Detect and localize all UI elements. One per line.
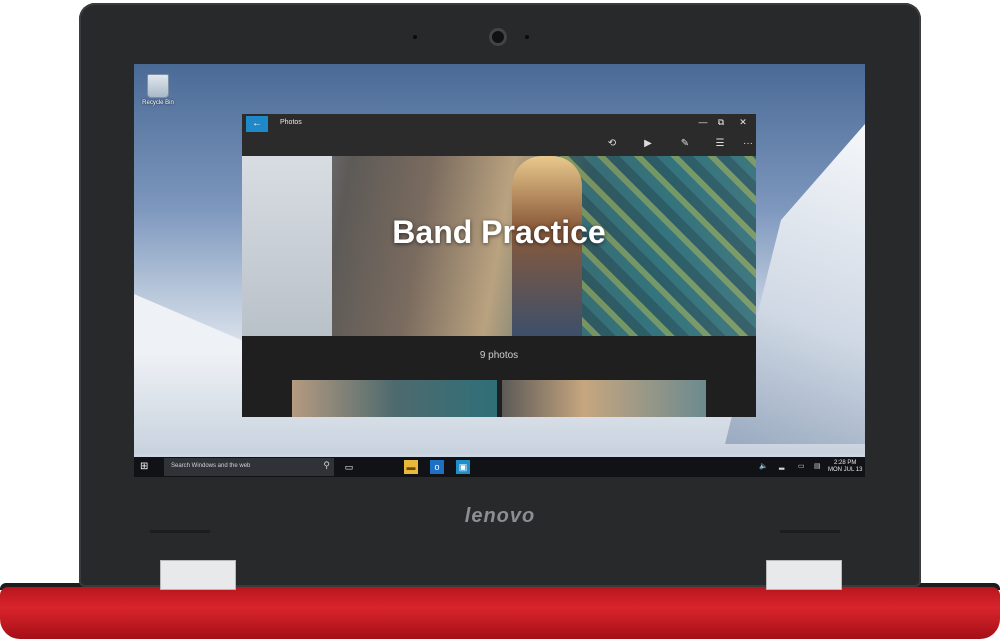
hinge: [160, 560, 236, 590]
title-bar: ← Photos — ⧉ ✕: [242, 114, 756, 134]
network-icon[interactable]: ▂: [779, 462, 784, 470]
sensor-dot: [525, 35, 529, 39]
outlook-icon[interactable]: o: [430, 460, 444, 474]
webcam-icon: [489, 28, 507, 46]
recycle-bin[interactable]: Recycle Bin: [138, 74, 178, 106]
laptop-base: [0, 587, 1000, 639]
brand-logo: lenovo: [464, 505, 536, 527]
album-title: Band Practice: [392, 214, 606, 250]
windows-start-icon[interactable]: ⊞: [140, 461, 148, 472]
photo-thumbnail[interactable]: [292, 380, 497, 417]
photos-app-icon[interactable]: ▣: [456, 460, 470, 474]
photo-count: 9 photos: [479, 350, 519, 361]
hinge: [766, 560, 842, 590]
maximize-button[interactable]: ⧉: [714, 117, 728, 128]
photo-thumbnail[interactable]: [502, 380, 706, 417]
recycle-bin-icon: [147, 74, 169, 98]
close-button[interactable]: ✕: [736, 117, 750, 128]
command-bar: ⟲ ▶ ✎ ☰ ···: [242, 134, 756, 156]
search-box[interactable]: Search Windows and the web ⚲: [164, 458, 334, 476]
search-input[interactable]: Search Windows and the web: [171, 463, 250, 469]
sensor-dot: [413, 35, 417, 39]
battery-icon[interactable]: ▭: [798, 462, 805, 470]
photos-window: ← Photos — ⧉ ✕ ⟲ ▶ ✎ ☰ ··· Band Practice…: [242, 114, 756, 417]
app-title: Photos: [280, 119, 302, 126]
file-explorer-icon[interactable]: ▬: [404, 460, 418, 474]
task-view-icon[interactable]: ▭: [342, 460, 356, 474]
minimize-button[interactable]: —: [696, 117, 710, 127]
clock-date: MON JUL 13: [828, 467, 863, 473]
more-icon[interactable]: ···: [740, 138, 756, 149]
volume-icon[interactable]: 🔈: [759, 462, 768, 470]
speaker-grille: [150, 530, 210, 533]
share-icon[interactable]: ⟲: [604, 138, 620, 149]
taskbar: ⊞ Search Windows and the web ⚲ ▭ ▬ o ▣ 🔈…: [134, 457, 865, 477]
clock-time: 2:28 PM: [834, 460, 857, 466]
edit-icon[interactable]: ✎: [677, 138, 693, 149]
speaker-grille: [780, 530, 840, 533]
notifications-icon[interactable]: ▤: [814, 462, 821, 470]
search-icon: ⚲: [323, 460, 330, 470]
recycle-bin-label: Recycle Bin: [142, 100, 174, 106]
back-button[interactable]: ←: [246, 116, 268, 132]
select-icon[interactable]: ☰: [712, 138, 728, 149]
arrow-left-icon: ←: [252, 118, 262, 129]
clock[interactable]: 2:28 PM MON JUL 13: [828, 460, 862, 474]
screen: Recycle Bin ← Photos — ⧉ ✕ ⟲ ▶ ✎ ☰ ··· B…: [134, 64, 865, 477]
slideshow-icon[interactable]: ▶: [640, 138, 656, 149]
